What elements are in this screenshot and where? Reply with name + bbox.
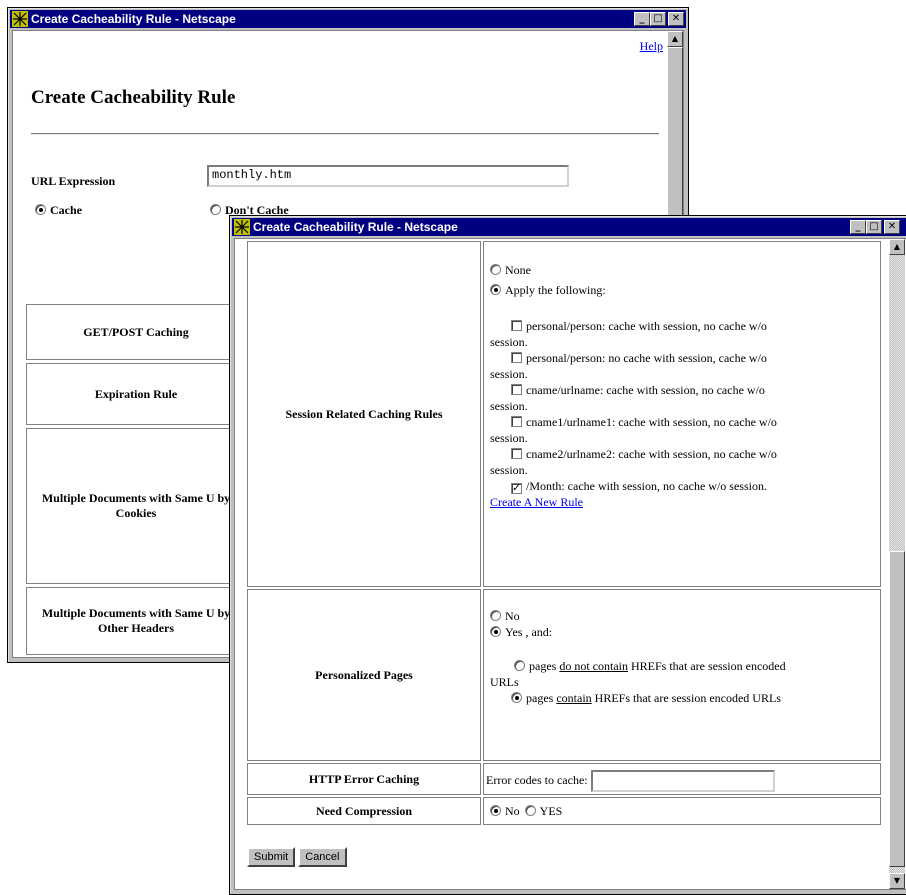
compression-yes-option[interactable]: YES [524,804,562,818]
rule-option[interactable]: personal/person: no cache with session, … [490,350,800,382]
rule-option[interactable]: cname/urlname: cache with session, no ca… [490,382,800,414]
compression-yes-radio[interactable] [524,805,536,816]
rule-checkbox[interactable] [511,320,522,331]
divider [31,133,659,136]
minimize-icon[interactable]: _ [850,220,866,234]
minimize-icon[interactable]: _ [634,12,650,26]
dont-cache-radio[interactable] [210,204,221,215]
page-title: Create Cacheability Rule [31,87,236,108]
front-scrollbar[interactable]: ▲ ▼ [889,239,905,889]
session-apply-option[interactable]: Apply the following: [490,282,874,298]
session-rules-cell: None Apply the following: personal/perso… [483,241,881,587]
http-error-cell: Error codes to cache: [483,763,881,795]
no-radio[interactable] [490,610,501,621]
cancel-button[interactable]: Cancel [298,847,347,867]
scroll-up-icon[interactable]: ▲ [889,239,905,255]
rule-checkbox[interactable] [511,416,522,427]
rule-option[interactable]: cname2/urlname2: cache with session, no … [490,446,800,478]
rule-checkbox-checked[interactable]: ✓ [511,483,522,494]
maximize-icon[interactable]: □ [650,12,666,26]
session-rules-label: Session Related Caching Rules [247,241,481,587]
rule-option[interactable]: ✓/Month: cache with session, no cache w/… [490,478,780,494]
rule-checkbox[interactable] [511,384,522,395]
row-label-other-headers: Multiple Documents with Same U by Other … [26,587,246,655]
href-option-contain[interactable]: pages contain HREFs that are session enc… [490,690,810,706]
scroll-thumb[interactable] [889,551,905,867]
create-new-rule-link[interactable]: Create A New Rule [490,495,583,509]
personalized-pages-label: Personalized Pages [247,589,481,761]
close-icon[interactable]: ✕ [884,220,900,234]
personalized-pages-cell: No Yes , and: pages do not contain HREFs… [483,589,881,761]
personalized-no-option[interactable]: No [490,608,874,624]
help-link[interactable]: Help [640,39,663,54]
personalized-yes-option[interactable]: Yes , and: [490,624,874,640]
rule-checkbox[interactable] [511,448,522,459]
rule-checkbox[interactable] [511,352,522,363]
front-window-titlebar[interactable]: Create Cacheability Rule - Netscape _ □ … [232,218,906,236]
not-contain-radio[interactable] [514,660,525,671]
session-none-option[interactable]: None [490,262,874,278]
error-codes-label: Error codes to cache: [486,772,588,787]
compression-no-option[interactable]: No [490,804,520,818]
front-window: Create Cacheability Rule - Netscape _ □ … [229,215,906,895]
maximize-icon[interactable]: □ [866,220,882,234]
cache-radio[interactable] [35,204,46,215]
yes-radio[interactable] [490,626,501,637]
href-option-not-contain[interactable]: pages do not contain HREFs that are sess… [490,658,810,690]
rule-option[interactable]: personal/person: cache with session, no … [490,318,800,350]
scroll-up-icon[interactable]: ▲ [667,31,683,47]
http-error-label: HTTP Error Caching [247,763,481,795]
compression-label: Need Compression [247,797,481,825]
url-expression-input[interactable]: monthly.htm [207,165,569,187]
row-label-cookies: Multiple Documents with Same U by Cookie… [26,428,246,584]
none-radio[interactable] [490,264,501,275]
row-label-get-post: GET/POST Caching [26,304,246,360]
url-expression-label: URL Expression [31,174,116,188]
apply-radio[interactable] [490,284,501,295]
submit-button[interactable]: Submit [247,847,296,867]
netscape-icon [12,11,28,27]
row-label-expiration: Expiration Rule [26,363,246,425]
rule-option[interactable]: cname1/urlname1: cache with session, no … [490,414,800,446]
scroll-down-icon[interactable]: ▼ [889,873,905,889]
close-icon[interactable]: ✕ [668,12,684,26]
window-title: Create Cacheability Rule - Netscape [253,220,458,234]
error-codes-input[interactable] [590,770,775,792]
front-window-client: Session Related Caching Rules None Apply… [234,238,906,890]
contain-radio[interactable] [511,692,522,703]
window-title: Create Cacheability Rule - Netscape [31,12,236,26]
back-window-titlebar[interactable]: Create Cacheability Rule - Netscape _ □ … [10,10,686,28]
netscape-icon [234,219,250,235]
compression-no-radio[interactable] [490,805,501,816]
cache-option[interactable]: Cache [35,203,82,218]
compression-cell: No YES [483,797,881,825]
